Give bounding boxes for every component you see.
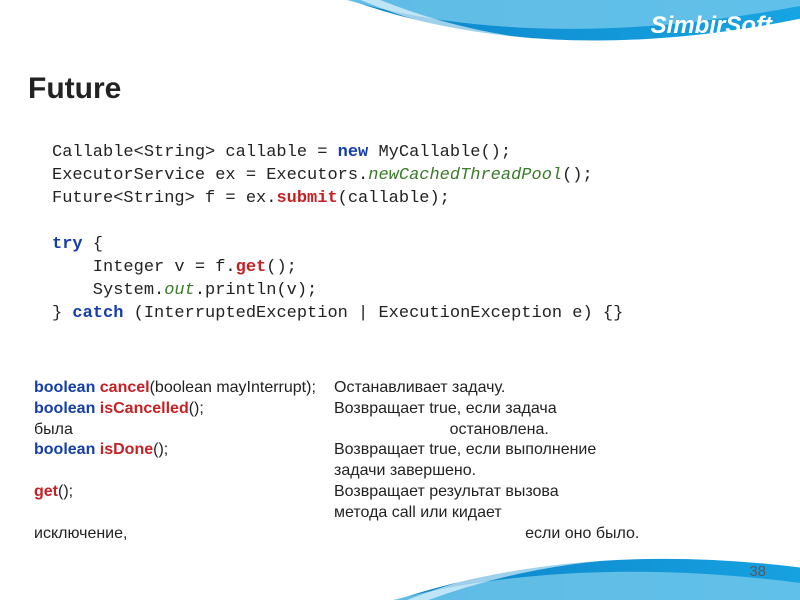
method-args: (); — [58, 483, 73, 500]
code-text: ExecutorService ex = Executors. — [52, 166, 368, 185]
page-number: 38 — [749, 563, 766, 580]
table-row: boolean cancel(boolean mayInterrupt); Ос… — [34, 378, 748, 399]
api-table: boolean cancel(boolean mayInterrupt); Ос… — [34, 378, 748, 544]
keyword-catch: catch — [72, 304, 123, 323]
code-text: Integer v = f. — [52, 258, 236, 277]
brand-text: SimbirSoft — [651, 12, 772, 39]
code-ident: newCachedThreadPool — [368, 166, 562, 185]
code-text: } — [52, 304, 72, 323]
method-args: (boolean mayInterrupt); — [150, 379, 316, 396]
keyword-try: try — [52, 235, 83, 254]
table-row: get(); Возвращает результат вызова — [34, 482, 748, 503]
code-text: (); — [562, 166, 593, 185]
code-text: MyCallable(); — [368, 143, 511, 162]
keyword-new: new — [338, 143, 369, 162]
api-signature: get(); — [34, 482, 334, 503]
code-blank — [52, 212, 62, 231]
method-name: isDone — [100, 441, 153, 458]
api-desc: Возвращает true, если выполнение — [334, 440, 748, 461]
code-text: { — [83, 235, 103, 254]
table-row: исключение, если оно было. — [34, 524, 748, 545]
api-cont-right: если оно было. — [334, 524, 748, 545]
code-text: (); — [266, 258, 297, 277]
api-cont-right: задачи завершено. — [334, 461, 748, 482]
field-out: out — [164, 281, 195, 300]
api-desc: Возвращает true, если задача — [334, 399, 748, 420]
table-row: задачи завершено. — [34, 461, 748, 482]
code-text: (InterruptedException | ExecutionExcepti… — [123, 304, 623, 323]
api-signature: boolean cancel(boolean mayInterrupt); — [34, 378, 334, 399]
method-name: cancel — [100, 379, 150, 396]
api-desc: Останавливает задачу. — [334, 378, 748, 399]
method-name: isCancelled — [100, 400, 189, 417]
api-cont-left: исключение, — [34, 524, 334, 545]
return-type: boolean — [34, 400, 100, 417]
method-get: get — [236, 258, 267, 277]
code-text: .println(v); — [195, 281, 317, 300]
code-text: System. — [52, 281, 164, 300]
api-desc: Возвращает результат вызова — [334, 482, 748, 503]
brand-logo: SimbirSoft — [651, 12, 772, 40]
method-name: get — [34, 483, 58, 500]
slide: SimbirSoft Future Callable<String> calla… — [0, 0, 800, 600]
method-args: (); — [189, 400, 204, 417]
api-signature: boolean isCancelled(); — [34, 399, 334, 420]
slide-title: Future — [28, 72, 121, 106]
table-row: boolean isDone(); Возвращает true, если … — [34, 440, 748, 461]
api-cont-left: была — [34, 420, 334, 441]
method-submit: submit — [276, 189, 337, 208]
code-text: Future<String> f = ex. — [52, 189, 276, 208]
table-row: boolean isCancelled(); Возвращает true, … — [34, 399, 748, 420]
api-cont-right: остановлена. — [334, 420, 748, 441]
api-cont-right: метода call или кидает — [334, 503, 748, 524]
api-signature: boolean isDone(); — [34, 440, 334, 461]
table-row: метода call или кидает — [34, 503, 748, 524]
code-block: Callable<String> callable = new MyCallab… — [52, 142, 748, 326]
return-type: boolean — [34, 379, 100, 396]
method-args: (); — [153, 441, 168, 458]
code-text: Callable<String> callable = — [52, 143, 338, 162]
code-text: (callable); — [338, 189, 450, 208]
return-type: boolean — [34, 441, 100, 458]
table-row: была остановлена. — [34, 420, 748, 441]
